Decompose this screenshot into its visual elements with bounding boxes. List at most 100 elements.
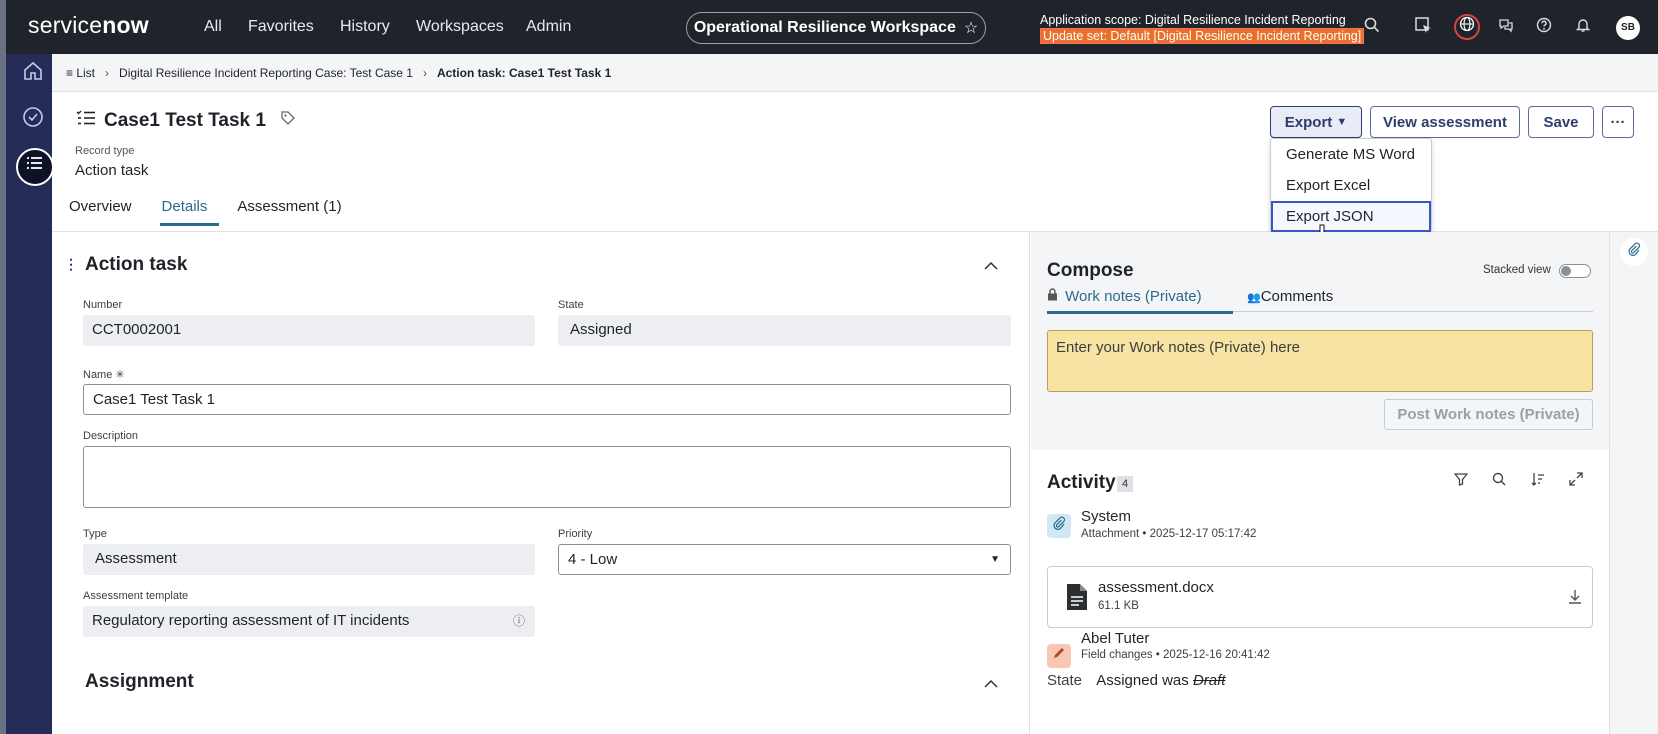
- section-title-action-task: Action task: [85, 254, 188, 275]
- attachment-filename[interactable]: assessment.docx: [1098, 579, 1214, 596]
- right-utility-rail: [1609, 232, 1658, 734]
- breadcrumb-parent[interactable]: Digital Resilience Incident Reporting Ca…: [119, 66, 413, 80]
- record-title: Case1 Test Task 1: [76, 109, 296, 133]
- description-label: Description: [83, 430, 139, 442]
- state-field: Assigned: [558, 315, 1011, 346]
- compose-tabs: Work notes (Private) 👥Comments: [1047, 284, 1593, 314]
- export-button[interactable]: Export ▼: [1270, 106, 1362, 138]
- tab-work-notes[interactable]: Work notes (Private): [1047, 288, 1233, 314]
- stacked-view-label: Stacked view: [1483, 264, 1551, 276]
- activity-panel: Activity 4 System Attachment • 2025-12-1…: [1031, 450, 1609, 734]
- star-icon[interactable]: ☆: [964, 18, 978, 38]
- activity-count-badge: 4: [1117, 476, 1133, 492]
- caret-down-icon: ▼: [990, 554, 1000, 565]
- pencil-icon: [1047, 644, 1071, 668]
- attachment-size: 61.1 KB: [1098, 600, 1139, 612]
- download-icon[interactable]: [1568, 589, 1582, 610]
- nav-admin[interactable]: Admin: [526, 18, 571, 36]
- top-navigation-bar: servicenow All Favorites History Workspa…: [0, 0, 1658, 54]
- menu-item-export-excel[interactable]: Export Excel: [1271, 170, 1431, 201]
- sort-icon[interactable]: [1528, 472, 1548, 492]
- number-label: Number: [83, 299, 123, 311]
- caret-down-icon: ▼: [1336, 116, 1348, 128]
- home-icon[interactable]: [18, 60, 48, 90]
- section-title-assignment: Assignment: [85, 671, 194, 692]
- name-input[interactable]: Case1 Test Task 1: [83, 384, 1011, 415]
- application-scope: Application scope: Digital Resilience In…: [1040, 13, 1346, 27]
- attachment-icon: [1047, 514, 1071, 538]
- document-icon: [1066, 583, 1088, 616]
- task-list-icon: [76, 109, 96, 133]
- state-label: State: [558, 299, 584, 311]
- record-type-value: Action task: [75, 162, 149, 179]
- breadcrumb-list[interactable]: ≡ List: [66, 66, 95, 80]
- expand-icon[interactable]: [1566, 472, 1586, 492]
- workspace-name: Operational Resilience Workspace: [693, 19, 956, 36]
- priority-select[interactable]: 4 - Low ▼: [558, 544, 1011, 575]
- form-panel: ⋮ Action task Number CCT0002001 State As…: [52, 232, 1030, 734]
- globe-icon[interactable]: [1454, 14, 1480, 40]
- attachment-card[interactable]: assessment.docx 61.1 KB: [1047, 566, 1593, 628]
- collapse-chevron-icon[interactable]: [984, 676, 998, 694]
- field-change-line: State Assigned was Draft: [1047, 672, 1226, 689]
- nav-history[interactable]: History: [340, 18, 390, 36]
- menu-item-generate-ms-word[interactable]: Generate MS Word: [1271, 139, 1431, 170]
- post-work-notes-button[interactable]: Post Work notes (Private): [1384, 399, 1593, 430]
- nav-all[interactable]: All: [204, 18, 222, 36]
- nav-workspaces[interactable]: Workspaces: [416, 18, 504, 36]
- more-actions-button[interactable]: ···: [1602, 106, 1634, 138]
- work-notes-textarea[interactable]: Enter your Work notes (Private) here: [1047, 330, 1593, 392]
- breadcrumb: ≡ List › Digital Resilience Incident Rep…: [52, 54, 1658, 92]
- number-field: CCT0002001: [83, 315, 535, 346]
- assessment-template-label: Assessment template: [83, 590, 189, 602]
- menu-item-export-json[interactable]: Export JSON: [1271, 201, 1431, 232]
- compose-title: Compose: [1047, 260, 1134, 281]
- filter-icon[interactable]: [1451, 472, 1471, 492]
- nav-favorites[interactable]: Favorites: [248, 18, 314, 36]
- help-icon[interactable]: [1534, 17, 1554, 37]
- activity-meta: Attachment • 2025-12-17 05:17:42: [1081, 528, 1257, 540]
- stacked-view-toggle[interactable]: [1559, 264, 1591, 278]
- update-set: Update set: Default [Digital Resilience …: [1040, 28, 1365, 44]
- lock-icon: [1047, 288, 1062, 305]
- left-rail: [0, 54, 54, 734]
- chevron-right-icon: ›: [105, 65, 110, 80]
- tab-details[interactable]: Details: [159, 198, 220, 226]
- tab-comments[interactable]: 👥Comments: [1247, 288, 1333, 305]
- app-frame: servicenow All Favorites History Workspa…: [0, 0, 1658, 734]
- description-textarea[interactable]: [83, 446, 1011, 508]
- type-label: Type: [83, 528, 107, 540]
- activity-author-system: System: [1081, 508, 1132, 525]
- required-asterisk-icon: ✳: [115, 369, 125, 381]
- chat-icon[interactable]: [1496, 17, 1516, 37]
- tab-assessment[interactable]: Assessment (1): [235, 198, 353, 226]
- export-menu: Generate MS Word Export Excel Export JSO…: [1270, 138, 1432, 232]
- app-scope-info[interactable]: Application scope: Digital Resilience In…: [1040, 12, 1365, 44]
- workspace-pill[interactable]: Operational Resilience Workspace ☆: [686, 12, 986, 44]
- paperclip-icon[interactable]: [1620, 238, 1648, 266]
- info-icon[interactable]: ⓘ: [513, 606, 525, 636]
- check-circle-icon[interactable]: [18, 106, 48, 136]
- view-assessment-button[interactable]: View assessment: [1370, 106, 1520, 138]
- assessment-template-field[interactable]: Regulatory reporting assessment of IT in…: [83, 606, 535, 637]
- drag-handle-icon[interactable]: ⋮: [64, 256, 78, 273]
- people-icon: 👥: [1247, 292, 1261, 304]
- chevron-right-icon: ›: [422, 65, 427, 80]
- right-panel: Compose Stacked view Work notes (Private…: [1031, 232, 1609, 734]
- record-tabs: Overview Details Assessment (1): [67, 198, 370, 226]
- tab-overview[interactable]: Overview: [67, 198, 144, 226]
- tag-icon[interactable]: [280, 110, 296, 132]
- list-icon[interactable]: [16, 148, 54, 186]
- search-icon[interactable]: [1489, 472, 1509, 492]
- activity-title: Activity: [1047, 472, 1116, 493]
- user-avatar[interactable]: SB: [1616, 16, 1640, 40]
- servicenow-logo[interactable]: servicenow: [28, 12, 149, 39]
- collapse-chevron-icon[interactable]: [984, 258, 998, 276]
- save-button[interactable]: Save: [1528, 106, 1594, 138]
- activity-author-abel-tuter[interactable]: Abel Tuter: [1081, 630, 1149, 647]
- notifications-bell-icon[interactable]: [1573, 17, 1593, 37]
- select-element-icon[interactable]: [1414, 17, 1434, 37]
- breadcrumb-current: Action task: Case1 Test Task 1: [436, 65, 612, 80]
- search-icon[interactable]: [1362, 17, 1382, 37]
- priority-label: Priority: [558, 528, 593, 540]
